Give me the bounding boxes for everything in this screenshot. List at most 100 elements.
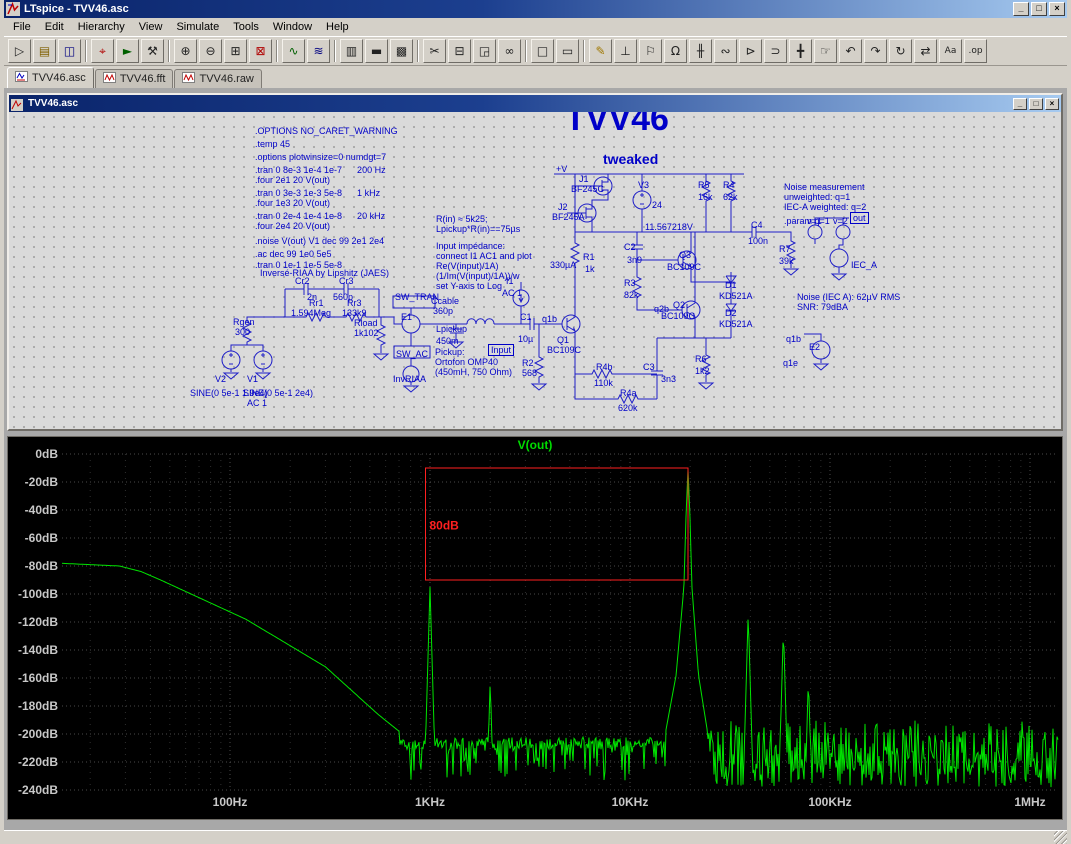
x-axis-tick-label: 1MHz	[1014, 795, 1045, 809]
tab-tvv46-fft[interactable]: TVV46.fft	[95, 69, 174, 88]
pencil-icon[interactable]: ✎	[589, 39, 612, 63]
schematic-text: E1	[401, 312, 412, 322]
y-axis-tick-label: -20dB	[25, 475, 59, 489]
child-maximize-button[interactable]: □	[1029, 98, 1043, 110]
schematic-text: f1	[506, 276, 514, 286]
undo-icon[interactable]: ↶	[839, 39, 862, 63]
schematic-text: Rload	[354, 318, 378, 328]
y-axis-tick-label: -40dB	[25, 503, 59, 517]
waveform-plot[interactable]: 0dB-20dB-40dB-60dB-80dB-100dB-120dB-140d…	[8, 437, 1062, 819]
close-button[interactable]: ×	[1049, 2, 1065, 16]
toolbar: ▷▤◫ ⌖►⚒ ⊕⊖⊞⊠ ∿≋ ▥▬▩ ✂⊟◲∞ □▭ ✎⊥⚐Ω╫∾⊳⊃╋☞↶↷↻⇄Aa.op	[4, 36, 1067, 66]
schematic-text: Cr2	[295, 276, 310, 286]
menu-help[interactable]: Help	[319, 19, 356, 35]
print-icon[interactable]: ▭	[556, 39, 579, 63]
tile-vert-icon[interactable]: ▥	[340, 39, 363, 63]
schematic-text: 1.594Meg	[291, 308, 331, 318]
drag-icon[interactable]: ☞	[814, 39, 837, 63]
tab-tvv46-raw[interactable]: TVV46.raw	[174, 69, 261, 88]
find-icon[interactable]: ∞	[498, 39, 521, 63]
menu-file[interactable]: File	[6, 19, 38, 35]
plot-title: V(out)	[518, 438, 553, 452]
inductor-icon[interactable]: ∾	[714, 39, 737, 63]
ground-icon[interactable]: ⊥	[614, 39, 637, 63]
schematic-text: 3n3	[661, 374, 676, 384]
menu-simulate[interactable]: Simulate	[169, 19, 226, 35]
save-icon[interactable]: ◫	[58, 39, 81, 63]
text-icon[interactable]: Aa	[939, 39, 962, 63]
menu-hierarchy[interactable]: Hierarchy	[71, 19, 132, 35]
move-icon[interactable]: ╋	[789, 39, 812, 63]
resistor-icon[interactable]: Ω	[664, 39, 687, 63]
schematic-text: 1k	[585, 264, 595, 274]
schematic-text: 620k	[618, 403, 638, 413]
net-label: out	[850, 212, 869, 224]
component-icon[interactable]: ⊃	[764, 39, 787, 63]
tile-horz-icon[interactable]: ▬	[365, 39, 388, 63]
mdi-client-area: TVV46.asc _□×	[4, 88, 1067, 830]
new-schematic-icon[interactable]: ▷	[8, 39, 31, 63]
cascade-icon[interactable]: ▩	[390, 39, 413, 63]
schematic-text: InvRIAA	[393, 374, 426, 384]
capacitor-icon[interactable]: ╫	[689, 39, 712, 63]
probe-icon[interactable]: ⌖	[91, 39, 114, 63]
print-preview-icon[interactable]: □	[531, 39, 554, 63]
schematic-window-icon	[11, 98, 25, 110]
waveform-icon[interactable]: ∿	[282, 39, 305, 63]
run-icon[interactable]: ►	[116, 39, 139, 63]
schematic-canvas[interactable]: .OPTIONS NO_CARET_WARNING.temp 45.option…	[9, 112, 1061, 429]
waveform-icon	[182, 72, 195, 86]
child-close-button[interactable]: ×	[1045, 98, 1059, 110]
mirror-icon[interactable]: ⇄	[914, 39, 937, 63]
diode-icon[interactable]: ⊳	[739, 39, 762, 63]
op-directive-icon[interactable]: .op	[964, 39, 987, 63]
schematic-text: D2	[725, 308, 737, 318]
rotate-icon[interactable]: ↻	[889, 39, 912, 63]
schematic-text: Lpickup*R(in)==75µs	[436, 224, 520, 234]
maximize-button[interactable]: □	[1031, 2, 1047, 16]
schematic-text: V1	[247, 374, 258, 384]
schematic-drawing	[9, 112, 1060, 429]
fft-icon[interactable]: ≋	[307, 39, 330, 63]
resize-grip[interactable]	[1054, 831, 1067, 844]
schematic-text: V2	[215, 374, 226, 384]
tab-tvv46-asc[interactable]: TVV46.asc	[7, 67, 94, 88]
y-axis-tick-label: 0dB	[35, 447, 58, 461]
child-minimize-button[interactable]: _	[1013, 98, 1027, 110]
open-icon[interactable]: ▤	[33, 39, 56, 63]
schematic-text: R4a	[620, 388, 637, 398]
schematic-text: E2	[809, 342, 820, 352]
menu-view[interactable]: View	[132, 19, 170, 35]
schematic-text: AC 1	[247, 398, 267, 408]
tab-label: TVV46.raw	[199, 73, 253, 85]
menu-edit[interactable]: Edit	[38, 19, 71, 35]
zoom-area-icon[interactable]: ⊞	[224, 39, 247, 63]
schematic-text: 110k	[594, 378, 613, 388]
ltspice-app-icon	[6, 2, 20, 16]
schematic-text: R(in) ≈ 5k25;	[436, 214, 487, 224]
zoom-full-icon[interactable]: ⊠	[249, 39, 272, 63]
cut-icon[interactable]: ✂	[423, 39, 446, 63]
label-icon[interactable]: ⚐	[639, 39, 662, 63]
waveform-pane: 0dB-20dB-40dB-60dB-80dB-100dB-120dB-140d…	[7, 436, 1063, 820]
schematic-text: KD521A	[719, 319, 753, 329]
window-titlebar[interactable]: LTspice - TVV46.asc _□×	[4, 0, 1067, 18]
redo-icon[interactable]: ↷	[864, 39, 887, 63]
menu-tools[interactable]: Tools	[226, 19, 266, 35]
zoom-out-icon[interactable]: ⊖	[199, 39, 222, 63]
schematic-text: 100n	[748, 236, 768, 246]
schematic-text: .noise V(out) V1 dec 99 2e1 2e4	[255, 236, 384, 246]
toolbar-separator	[525, 40, 527, 62]
copy-icon[interactable]: ⊟	[448, 39, 471, 63]
schematic-window-titlebar[interactable]: TVV46.asc _□×	[9, 95, 1061, 112]
paste-icon[interactable]: ◲	[473, 39, 496, 63]
menu-window[interactable]: Window	[266, 19, 319, 35]
schematic-text: +V	[556, 164, 567, 174]
schematic-text: q1b	[542, 314, 557, 324]
toolbar-separator	[168, 40, 170, 62]
zoom-in-icon[interactable]: ⊕	[174, 39, 197, 63]
control-panel-icon[interactable]: ⚒	[141, 39, 164, 63]
minimize-button[interactable]: _	[1013, 2, 1029, 16]
toolbar-separator	[334, 40, 336, 62]
schematic-text: D1	[725, 280, 737, 290]
